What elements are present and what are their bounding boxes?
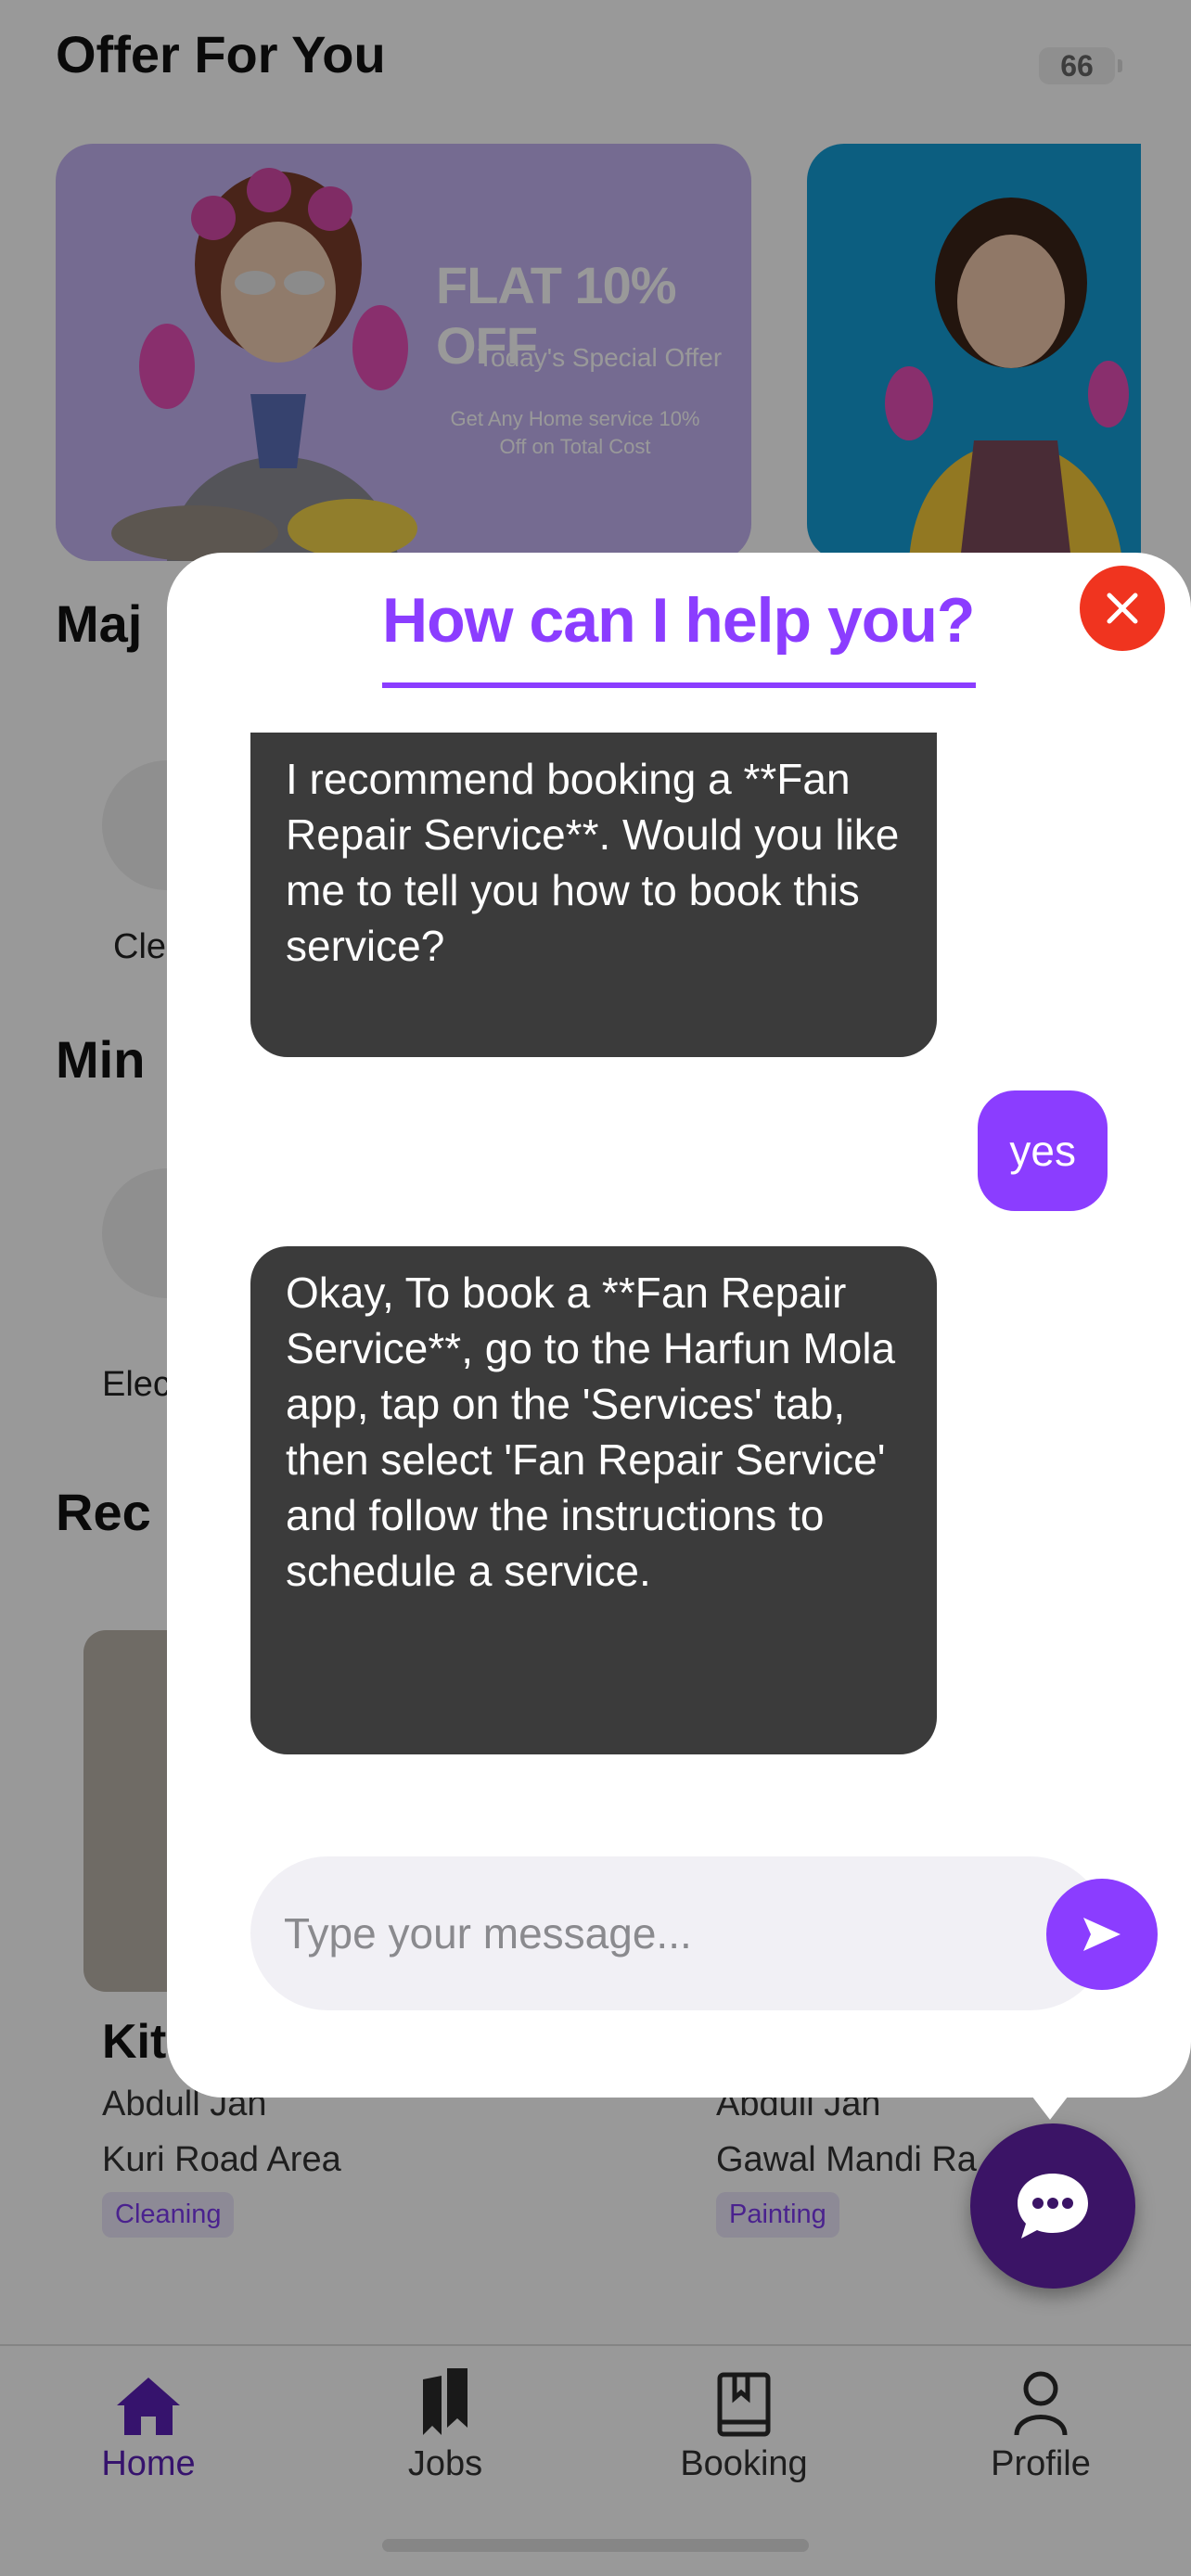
chat-pointer [1026, 2088, 1074, 2120]
close-button[interactable] [1080, 566, 1165, 651]
message-input-container [250, 1856, 1158, 2010]
chat-title: How can I help you? [382, 585, 975, 656]
chat-fab-button[interactable] [970, 2123, 1135, 2289]
close-icon [1107, 593, 1138, 624]
chat-title-underline [382, 682, 976, 688]
bot-message: I recommend booking a **Fan Repair Servi… [250, 733, 937, 1057]
chat-popup: How can I help you? I recommend booking … [167, 553, 1191, 2098]
send-button[interactable] [1046, 1879, 1158, 1990]
send-icon [1083, 1918, 1121, 1951]
chat-bubble-icon [1018, 2174, 1088, 2238]
user-message: yes [978, 1090, 1108, 1211]
bot-message-2: Okay, To book a **Fan Repair Service**, … [250, 1246, 937, 1754]
message-input[interactable] [284, 1894, 933, 1973]
